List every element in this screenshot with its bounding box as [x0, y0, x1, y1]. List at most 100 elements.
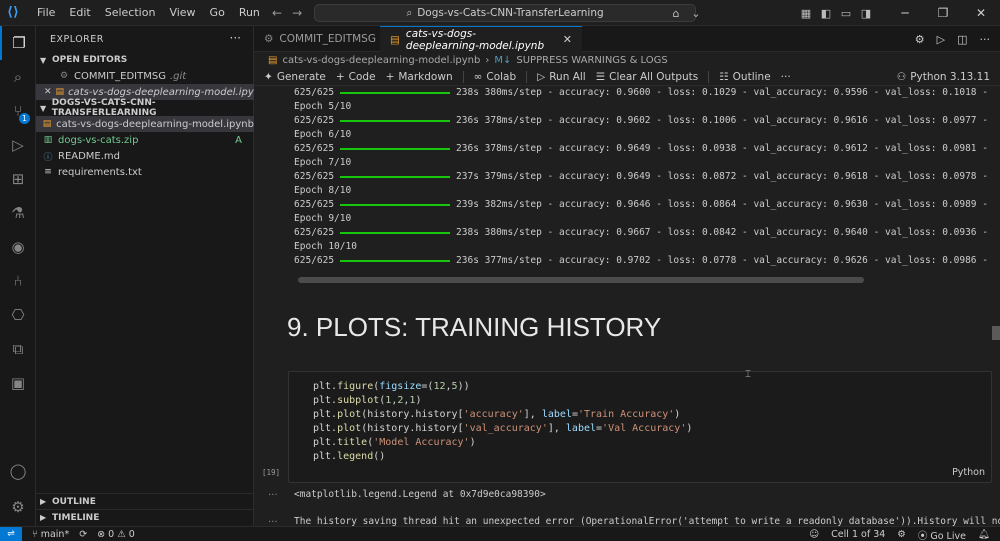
cell-language[interactable]: Python [952, 467, 985, 478]
markdown-section-icon: M↓ [494, 54, 512, 66]
copilot-icon[interactable]: ⌂ [666, 7, 686, 20]
horizontal-scrollbar[interactable] [298, 277, 864, 283]
file-item[interactable]: ≡ requirements.txt [36, 164, 254, 180]
chevron-down-icon: ▼ [40, 55, 47, 65]
git-graph-icon[interactable]: ⑃ [0, 264, 36, 298]
chevron-down-icon[interactable]: ⌄ [686, 7, 706, 20]
menu-run[interactable]: Run [232, 0, 267, 26]
cell-position[interactable]: Cell 1 of 34 [831, 529, 885, 540]
timeline-header[interactable]: ▶ TIMELINE [36, 509, 254, 525]
chevron-right-icon: ▶ [40, 497, 47, 506]
containers-icon[interactable]: ⧉ [0, 332, 36, 366]
minimize-icon[interactable]: ─ [886, 6, 924, 20]
kernel-label: Python 3.13.11 [910, 71, 990, 83]
code-cell[interactable]: plt.figure(figsize=(12,5)) plt.subplot(1… [288, 371, 992, 483]
output-line: 625/625 236s 378ms/step - accuracy: 0.960… [294, 114, 988, 128]
file-name: requirements.txt [58, 166, 142, 178]
menu-selection[interactable]: Selection [98, 0, 163, 26]
outline-header[interactable]: ▶ OUTLINE [36, 493, 254, 509]
sidebar-title: EXPLORER [50, 34, 104, 45]
forward-arrow-icon[interactable]: → [292, 6, 302, 20]
menu-view[interactable]: View [162, 0, 202, 26]
github-icon[interactable]: ◉ [0, 230, 36, 264]
toggle-sidebar-icon[interactable]: ◧ [816, 7, 836, 20]
toggle-secondary-sidebar-icon[interactable]: ◨ [856, 7, 876, 20]
account-icon[interactable]: ◯ [0, 454, 36, 488]
file-item[interactable]: ⓘ README.md [36, 148, 254, 164]
run-all-label: Run All [549, 70, 586, 83]
open-editors-header[interactable]: ▼ OPEN EDITORS [36, 52, 254, 68]
tab-commit-editmsg[interactable]: ⚙ COMMIT_EDITMSG [254, 26, 380, 52]
gear-icon[interactable]: ⚙ [0, 490, 36, 524]
toggle-panel-icon[interactable]: ▭ [836, 7, 856, 20]
add-code-button[interactable]: + Code [336, 71, 376, 83]
open-editors-title: OPEN EDITORS [52, 55, 128, 65]
sync-status[interactable]: ⟳ [79, 529, 87, 540]
project-folder-header[interactable]: ▼ DOGS-VS-CATS-CNN-TRANSFERLEARNING [36, 98, 254, 118]
gear-icon[interactable]: ⚙ [915, 33, 925, 46]
vertical-scrollbar[interactable] [992, 326, 1000, 340]
split-editor-icon[interactable]: ◫ [957, 33, 967, 46]
step-count: 625/625 [294, 199, 335, 210]
output-line: Epoch 5/10 [294, 101, 352, 112]
menu-file[interactable]: File [30, 0, 62, 26]
colab-button[interactable]: ∞ Colab [474, 71, 517, 83]
markdown-heading[interactable]: 9. PLOTS: TRAINING HISTORY [287, 312, 661, 343]
outline-button[interactable]: ☷ Outline [719, 71, 770, 83]
breadcrumb-file[interactable]: cats-vs-dogs-deeplearning-model.ipynb [282, 55, 480, 66]
more-actions-icon[interactable]: ··· [230, 31, 241, 45]
run-icon[interactable]: ▷ [937, 33, 945, 46]
menu-go[interactable]: Go [203, 0, 232, 26]
title-actions: ⌂ ⌄ ▦ ◧ ▭ ◨ ─ ❐ ✕ [666, 0, 1000, 26]
breadcrumb-section[interactable]: SUPPRESS WARNINGS & LOGS [516, 55, 667, 66]
training-output[interactable]: 625/625 238s 380ms/step - accuracy: 0.960… [286, 86, 992, 276]
file-name: cats-vs-dogs-deeplearning-model.ipynb [56, 118, 254, 130]
output-actions-icon[interactable]: ··· [268, 490, 278, 501]
run-all-button[interactable]: ▷ Run All [537, 71, 586, 83]
copilot-icon[interactable]: ☺ [809, 529, 819, 540]
testing-icon[interactable]: ⚗ [0, 196, 36, 230]
problems-status[interactable]: ⊗ 0 ⚠ 0 [97, 529, 135, 540]
explorer-icon[interactable]: ❐ [0, 26, 36, 60]
tab-notebook[interactable]: ▤ cats-vs-dogs-deeplearning-model.ipynb … [380, 26, 582, 52]
list-icon: ☷ [719, 70, 729, 83]
restore-icon[interactable]: ❐ [924, 6, 962, 20]
file-item[interactable]: ▤ cats-vs-dogs-deeplearning-model.ipynb [36, 116, 254, 132]
step-metrics: 236s 377ms/step - accuracy: 0.9702 - los… [456, 255, 988, 266]
command-center[interactable]: ⌕ Dogs-vs-Cats-CNN-TransferLearning [314, 4, 696, 22]
more-actions-icon[interactable]: ··· [980, 33, 991, 46]
remote-icon[interactable]: ⇌ [0, 526, 22, 541]
generate-button[interactable]: ✦ Generate [264, 71, 326, 83]
extensions-icon[interactable]: ⊞ [0, 162, 36, 196]
clear-outputs-button[interactable]: ☰ Clear All Outputs [596, 71, 699, 83]
customize-layout-icon[interactable]: ▦ [796, 7, 816, 20]
package-icon[interactable]: ▣ [0, 366, 36, 400]
bell-icon[interactable]: 🔔︎ [978, 529, 990, 540]
close-window-icon[interactable]: ✕ [962, 6, 1000, 20]
tab-label: COMMIT_EDITMSG [279, 33, 376, 45]
back-arrow-icon[interactable]: ← [272, 6, 282, 20]
remote-explorer-icon[interactable]: ⎔ [0, 298, 36, 332]
run-debug-icon[interactable]: ▷ [0, 128, 36, 162]
output-actions-icon[interactable]: ··· [268, 517, 278, 526]
file-item[interactable]: ▥ dogs-vs-cats.zip A [36, 132, 254, 148]
code-editor[interactable]: plt.figure(figsize=(12,5)) plt.subplot(1… [313, 380, 692, 464]
gear-icon[interactable]: ⚙ [897, 529, 906, 540]
output-line: 625/625 239s 382ms/step - accuracy: 0.964… [294, 198, 988, 212]
open-editor-item[interactable]: ⚙ COMMIT_EDITMSG .git [36, 68, 254, 84]
search-view-icon[interactable]: ⌕ [0, 60, 36, 94]
kernel-picker[interactable]: ⚇ Python 3.13.11 [897, 68, 990, 86]
source-control-icon[interactable]: ⑂ 1 [0, 94, 36, 128]
step-count: 625/625 [294, 227, 335, 238]
add-markdown-button[interactable]: + Markdown [386, 71, 453, 83]
code-label: Code [348, 70, 376, 83]
outline-title: OUTLINE [52, 496, 96, 507]
close-icon[interactable]: ✕ [44, 87, 52, 97]
more-actions-icon[interactable]: ··· [781, 71, 791, 83]
notebook-toolbar: ✦ Generate + Code + Markdown ∞ Colab ▷ Run Al… [254, 68, 1000, 86]
menu-edit[interactable]: Edit [62, 0, 97, 26]
go-live-button[interactable]: ⦿ Go Live [918, 528, 966, 541]
branch-status[interactable]: ⑂ main* [32, 529, 69, 540]
close-icon[interactable]: ✕ [563, 33, 572, 46]
chevron-down-icon: ▼ [40, 103, 47, 113]
